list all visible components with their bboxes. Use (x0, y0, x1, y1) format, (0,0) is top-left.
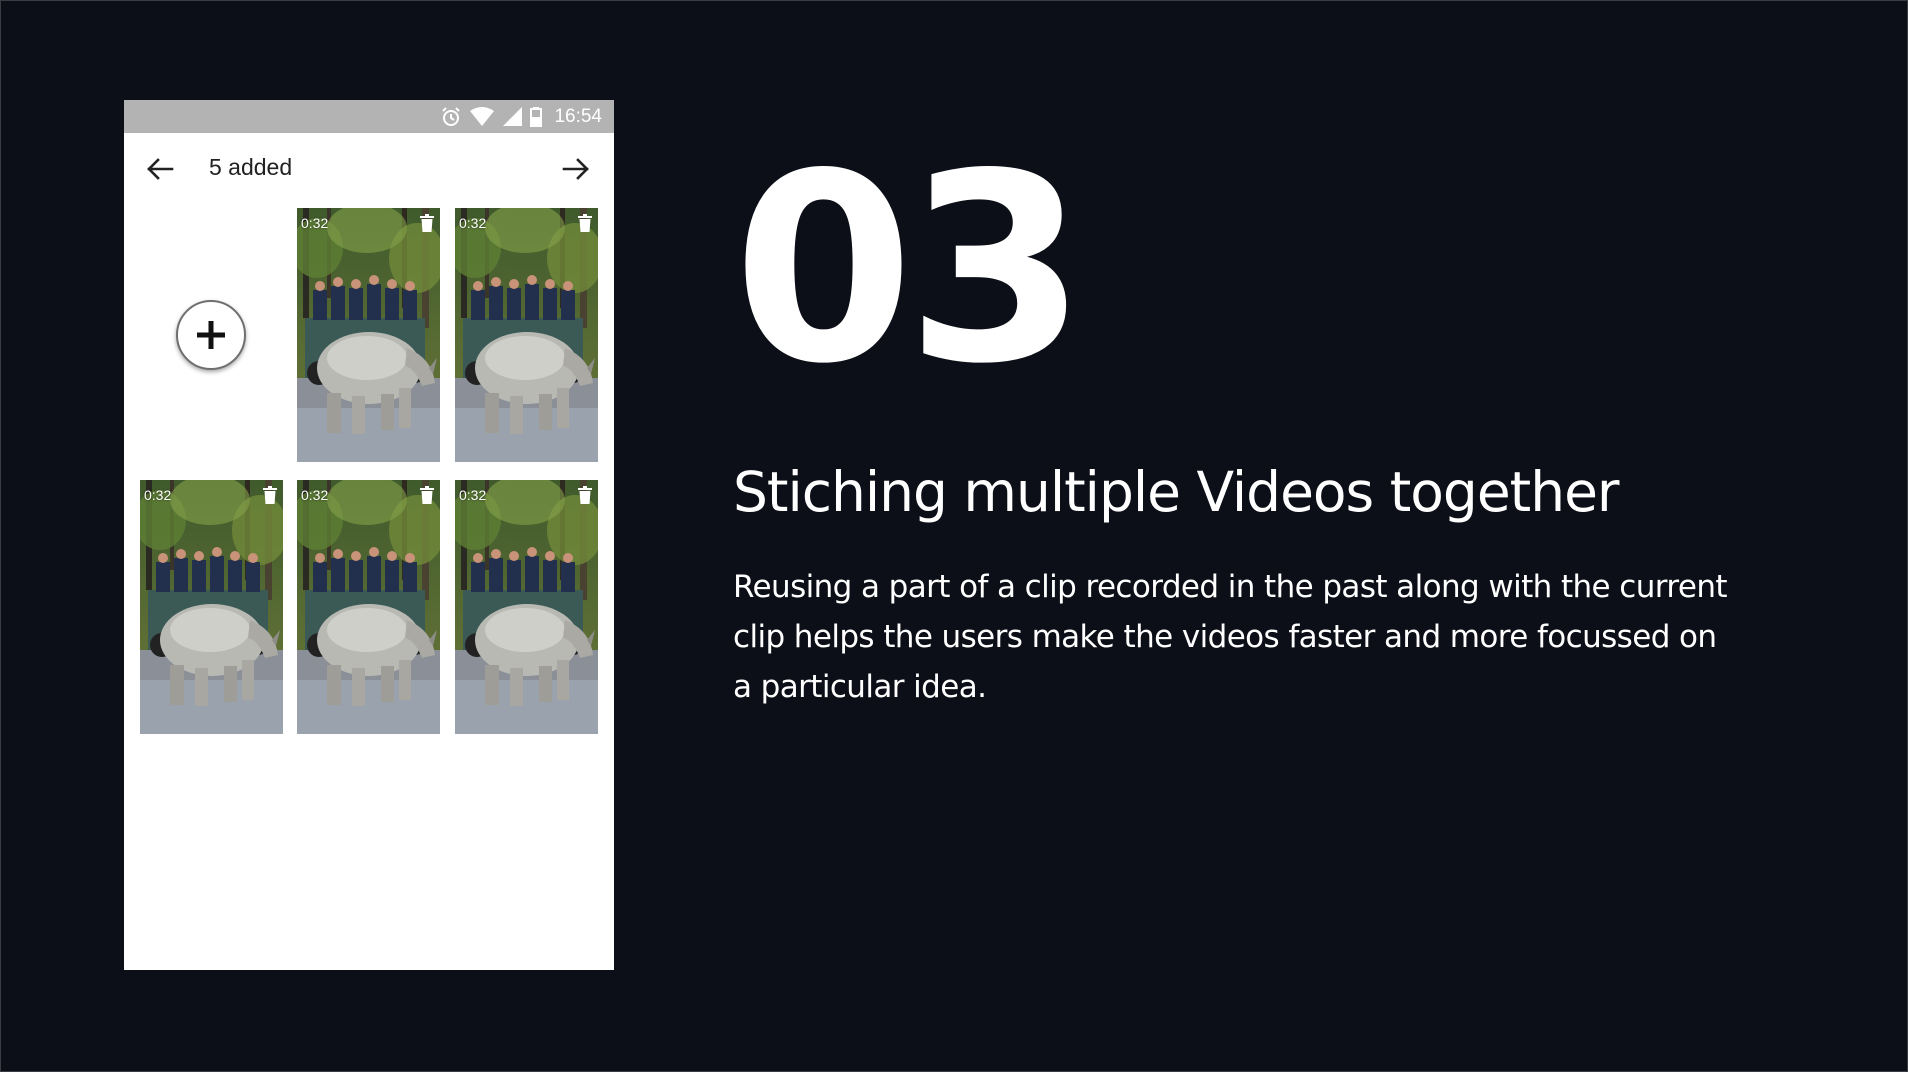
clip-tile[interactable]: 0:32 (140, 480, 283, 734)
trash-icon[interactable] (420, 214, 434, 232)
plus-icon (197, 321, 225, 349)
trash-icon[interactable] (578, 214, 592, 232)
app-bar: 5 added (124, 133, 614, 203)
clip-duration: 0:32 (144, 487, 172, 503)
slide-number: 03 (733, 119, 1087, 421)
status-bar: 16:54 (124, 100, 614, 133)
arrow-right-icon[interactable] (560, 153, 592, 185)
alarm-icon (442, 106, 461, 126)
battery-icon (530, 106, 543, 127)
status-time: 16:54 (554, 105, 602, 127)
clip-tile[interactable]: 0:32 (455, 208, 598, 462)
wifi-icon (470, 106, 495, 126)
add-clip-slot (124, 208, 298, 462)
slide-heading: Stiching multiple Videos together (733, 460, 1620, 524)
clip-duration: 0:32 (301, 487, 329, 503)
slide-description: Reusing a part of a clip recorded in the… (733, 569, 1728, 705)
clip-duration: 0:32 (459, 215, 487, 231)
clip-duration: 0:32 (301, 215, 329, 231)
trash-icon[interactable] (578, 486, 592, 504)
phone-mockup: 16:54 5 added 0:32 0:32 0:32 0:32 0:32 (124, 100, 614, 970)
signal-icon (503, 106, 523, 126)
trash-icon[interactable] (420, 486, 434, 504)
clip-thumbnail-image (297, 208, 440, 462)
clip-thumbnail-image (455, 480, 598, 734)
clip-tile[interactable]: 0:32 (455, 480, 598, 734)
add-clip-button[interactable] (176, 300, 246, 370)
clip-thumbnail-image (455, 208, 598, 462)
app-title: 5 added (209, 154, 293, 180)
clip-duration: 0:32 (459, 487, 487, 503)
trash-icon[interactable] (263, 486, 277, 504)
clip-thumbnail-image (140, 480, 283, 734)
clip-tile[interactable]: 0:32 (297, 480, 440, 734)
clip-tile[interactable]: 0:32 (297, 208, 440, 462)
arrow-left-icon[interactable] (144, 153, 176, 185)
clip-thumbnail-image (297, 480, 440, 734)
